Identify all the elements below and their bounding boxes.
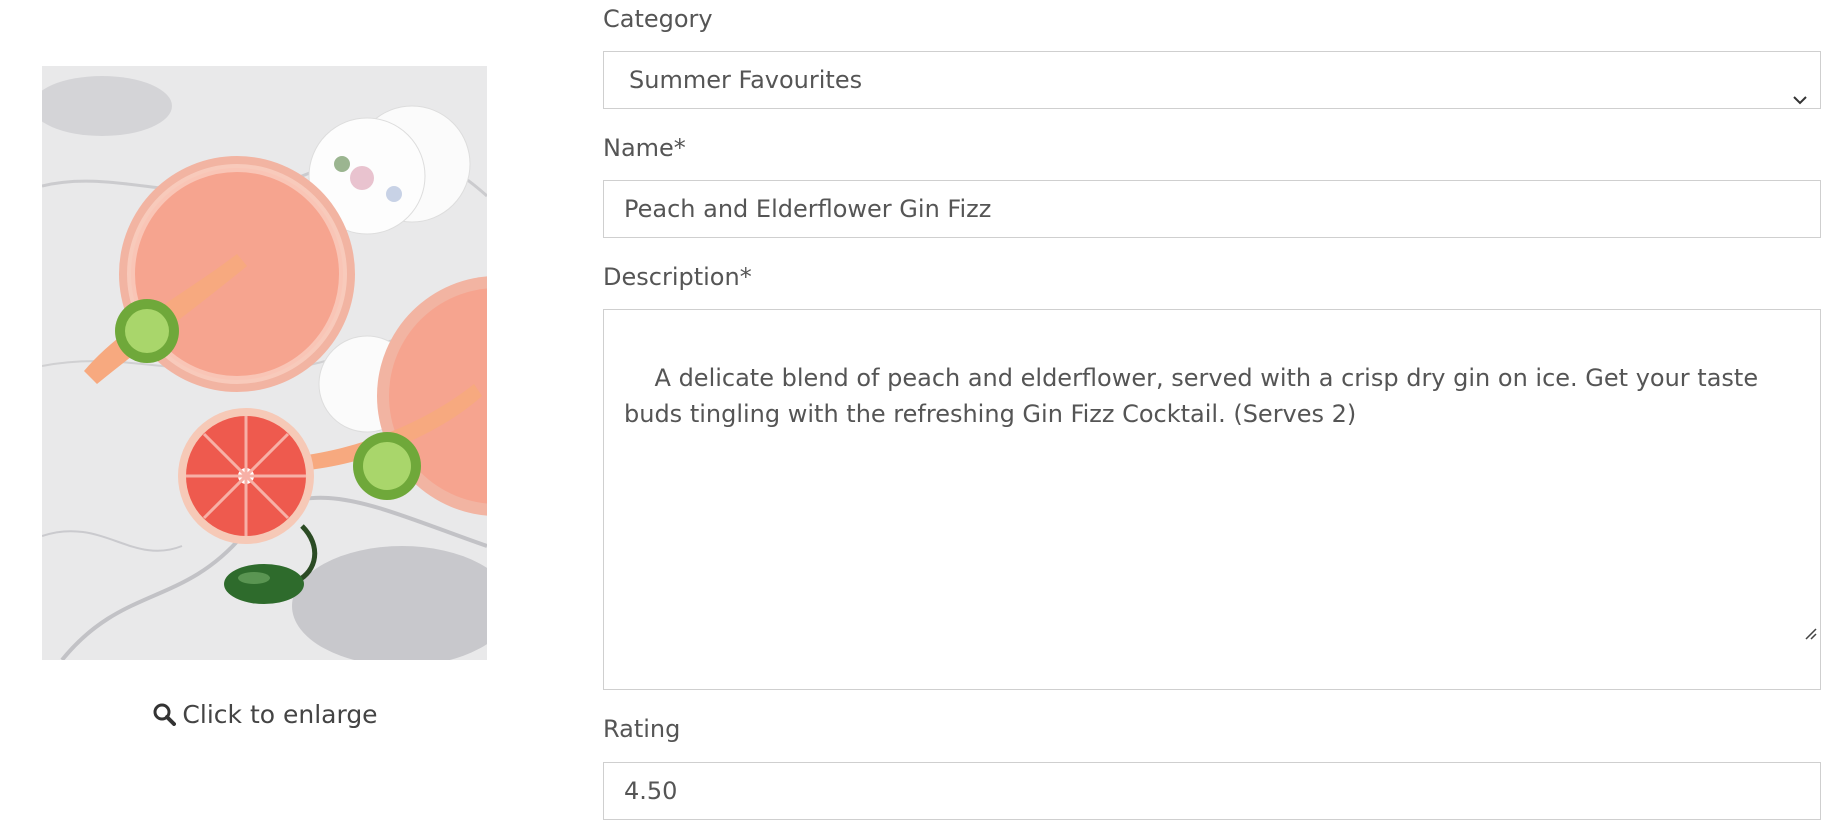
name-label: Name* — [603, 134, 686, 162]
category-select[interactable]: Summer Favourites — [603, 51, 1821, 109]
rating-input[interactable]: 4.50 — [603, 762, 1821, 820]
image-panel: Click to enlarge — [0, 0, 530, 833]
description-textarea[interactable]: A delicate blend of peach and elderflowe… — [603, 309, 1821, 690]
description-label: Description* — [603, 263, 752, 291]
category-selected-value: Summer Favourites — [629, 66, 863, 94]
enlarge-link[interactable]: Click to enlarge — [0, 700, 530, 732]
cocktail-photo[interactable] — [42, 66, 487, 660]
rating-label: Rating — [603, 715, 681, 743]
chevron-down-icon — [1792, 72, 1808, 128]
resize-handle-icon[interactable] — [1757, 578, 1817, 686]
enlarge-label: Click to enlarge — [182, 700, 378, 729]
search-icon — [152, 702, 177, 732]
description-text: A delicate blend of peach and elderflowe… — [624, 364, 1766, 428]
category-label: Category — [603, 5, 713, 33]
name-input[interactable]: Peach and Elderflower Gin Fizz — [603, 180, 1821, 238]
